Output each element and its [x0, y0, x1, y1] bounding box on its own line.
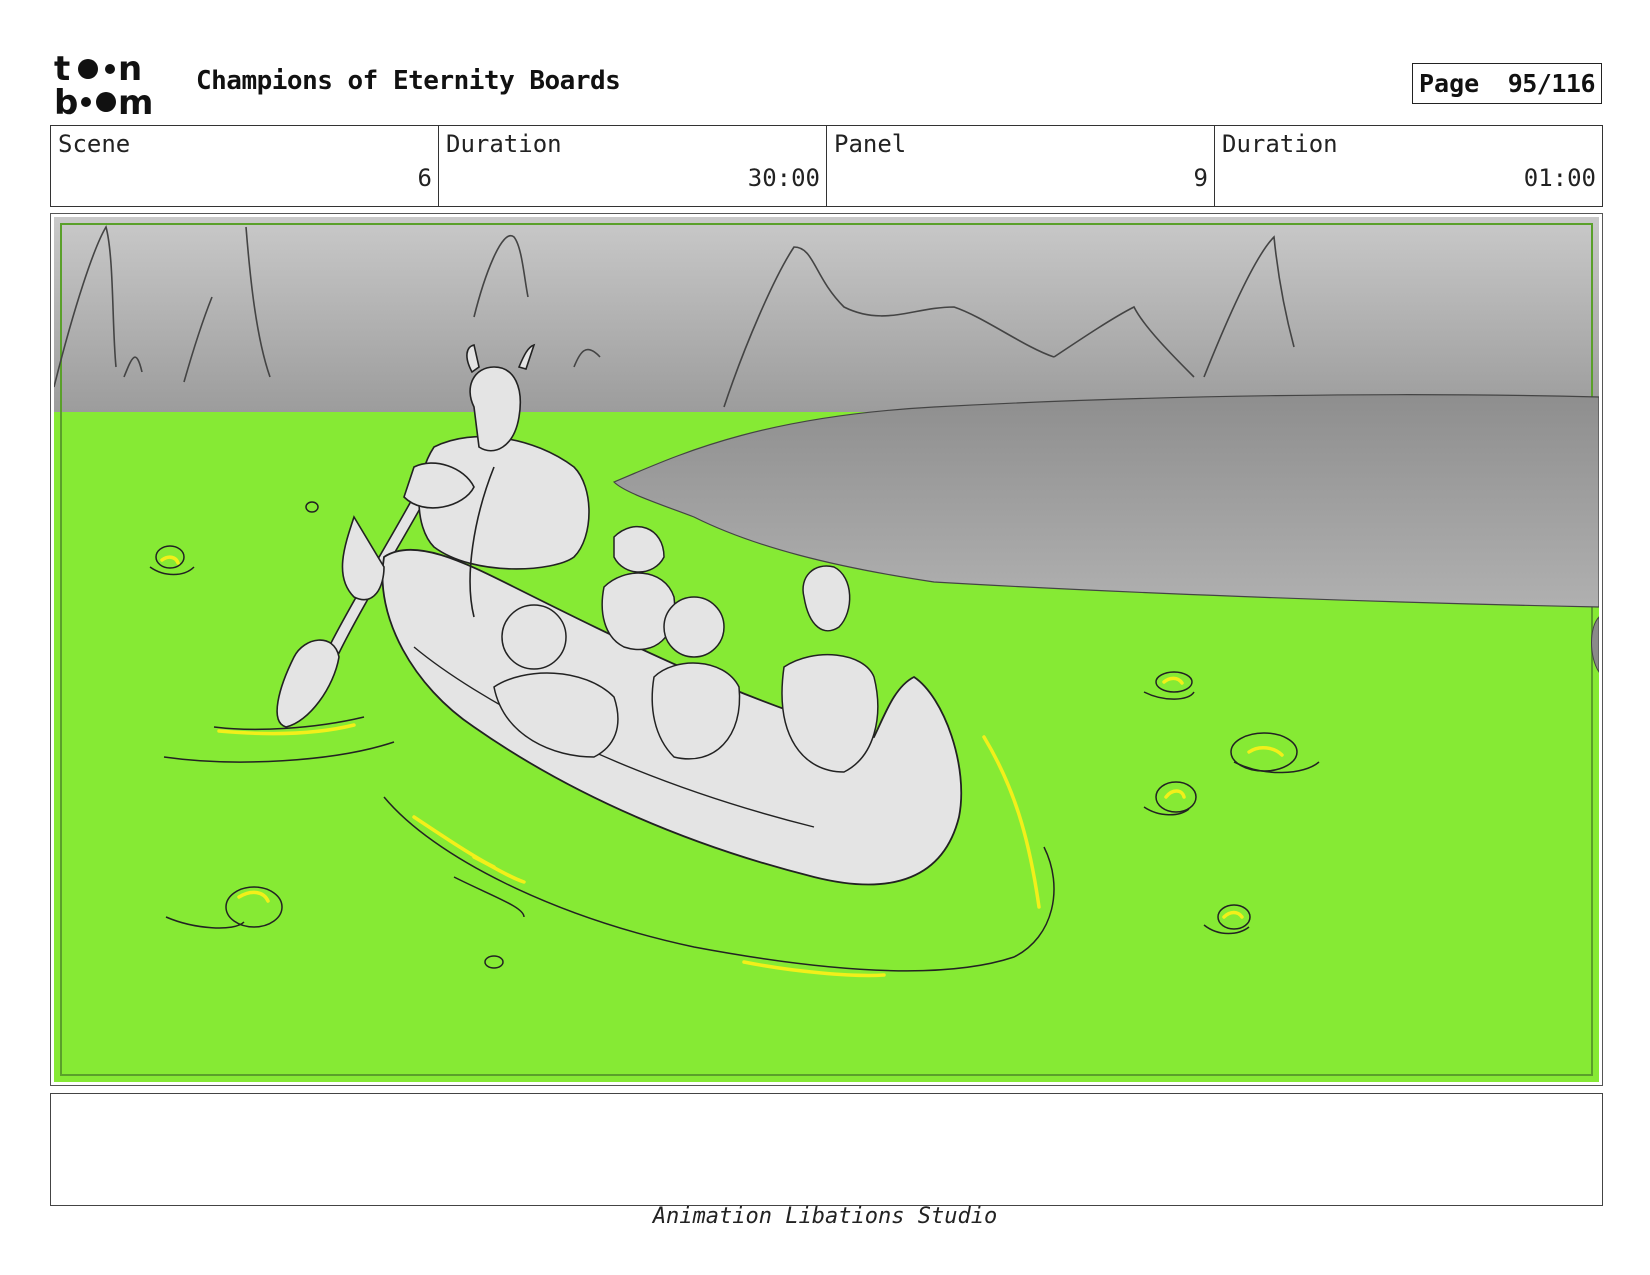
- page-label: Page: [1419, 69, 1480, 98]
- storyboard-drawing: [54, 217, 1599, 1082]
- panel-value: 9: [1193, 164, 1208, 192]
- board-title: Champions of Eternity Boards: [196, 66, 621, 96]
- scene-duration-label: Duration: [446, 130, 562, 158]
- panel-duration-label: Duration: [1222, 130, 1338, 158]
- storyboard-panel: [50, 213, 1603, 1086]
- panel-label: Panel: [834, 130, 907, 158]
- toon-boom-logo: t n b m: [54, 49, 174, 123]
- svg-text:b: b: [54, 83, 78, 118]
- scene-cell: Scene 6: [51, 126, 439, 206]
- scene-duration-cell: Duration 30:00: [439, 126, 827, 206]
- sky: [54, 217, 1599, 417]
- page-indicator: Page 95/116: [1412, 63, 1602, 104]
- page-number: 95/116: [1507, 69, 1596, 98]
- panel-cell: Panel 9: [827, 126, 1215, 206]
- scene-label: Scene: [58, 130, 131, 158]
- scene-value: 6: [417, 164, 432, 192]
- svg-text:m: m: [118, 83, 153, 118]
- panel-duration-value: 01:00: [1523, 164, 1596, 192]
- panel-notes: [50, 1093, 1603, 1206]
- scene-duration-value: 30:00: [747, 164, 820, 192]
- studio-footer: Animation Libations Studio: [652, 1204, 998, 1229]
- scene-info-row: Scene 6 Duration 30:00 Panel 9 Duration …: [50, 125, 1603, 207]
- panel-duration-cell: Duration 01:00: [1215, 126, 1602, 206]
